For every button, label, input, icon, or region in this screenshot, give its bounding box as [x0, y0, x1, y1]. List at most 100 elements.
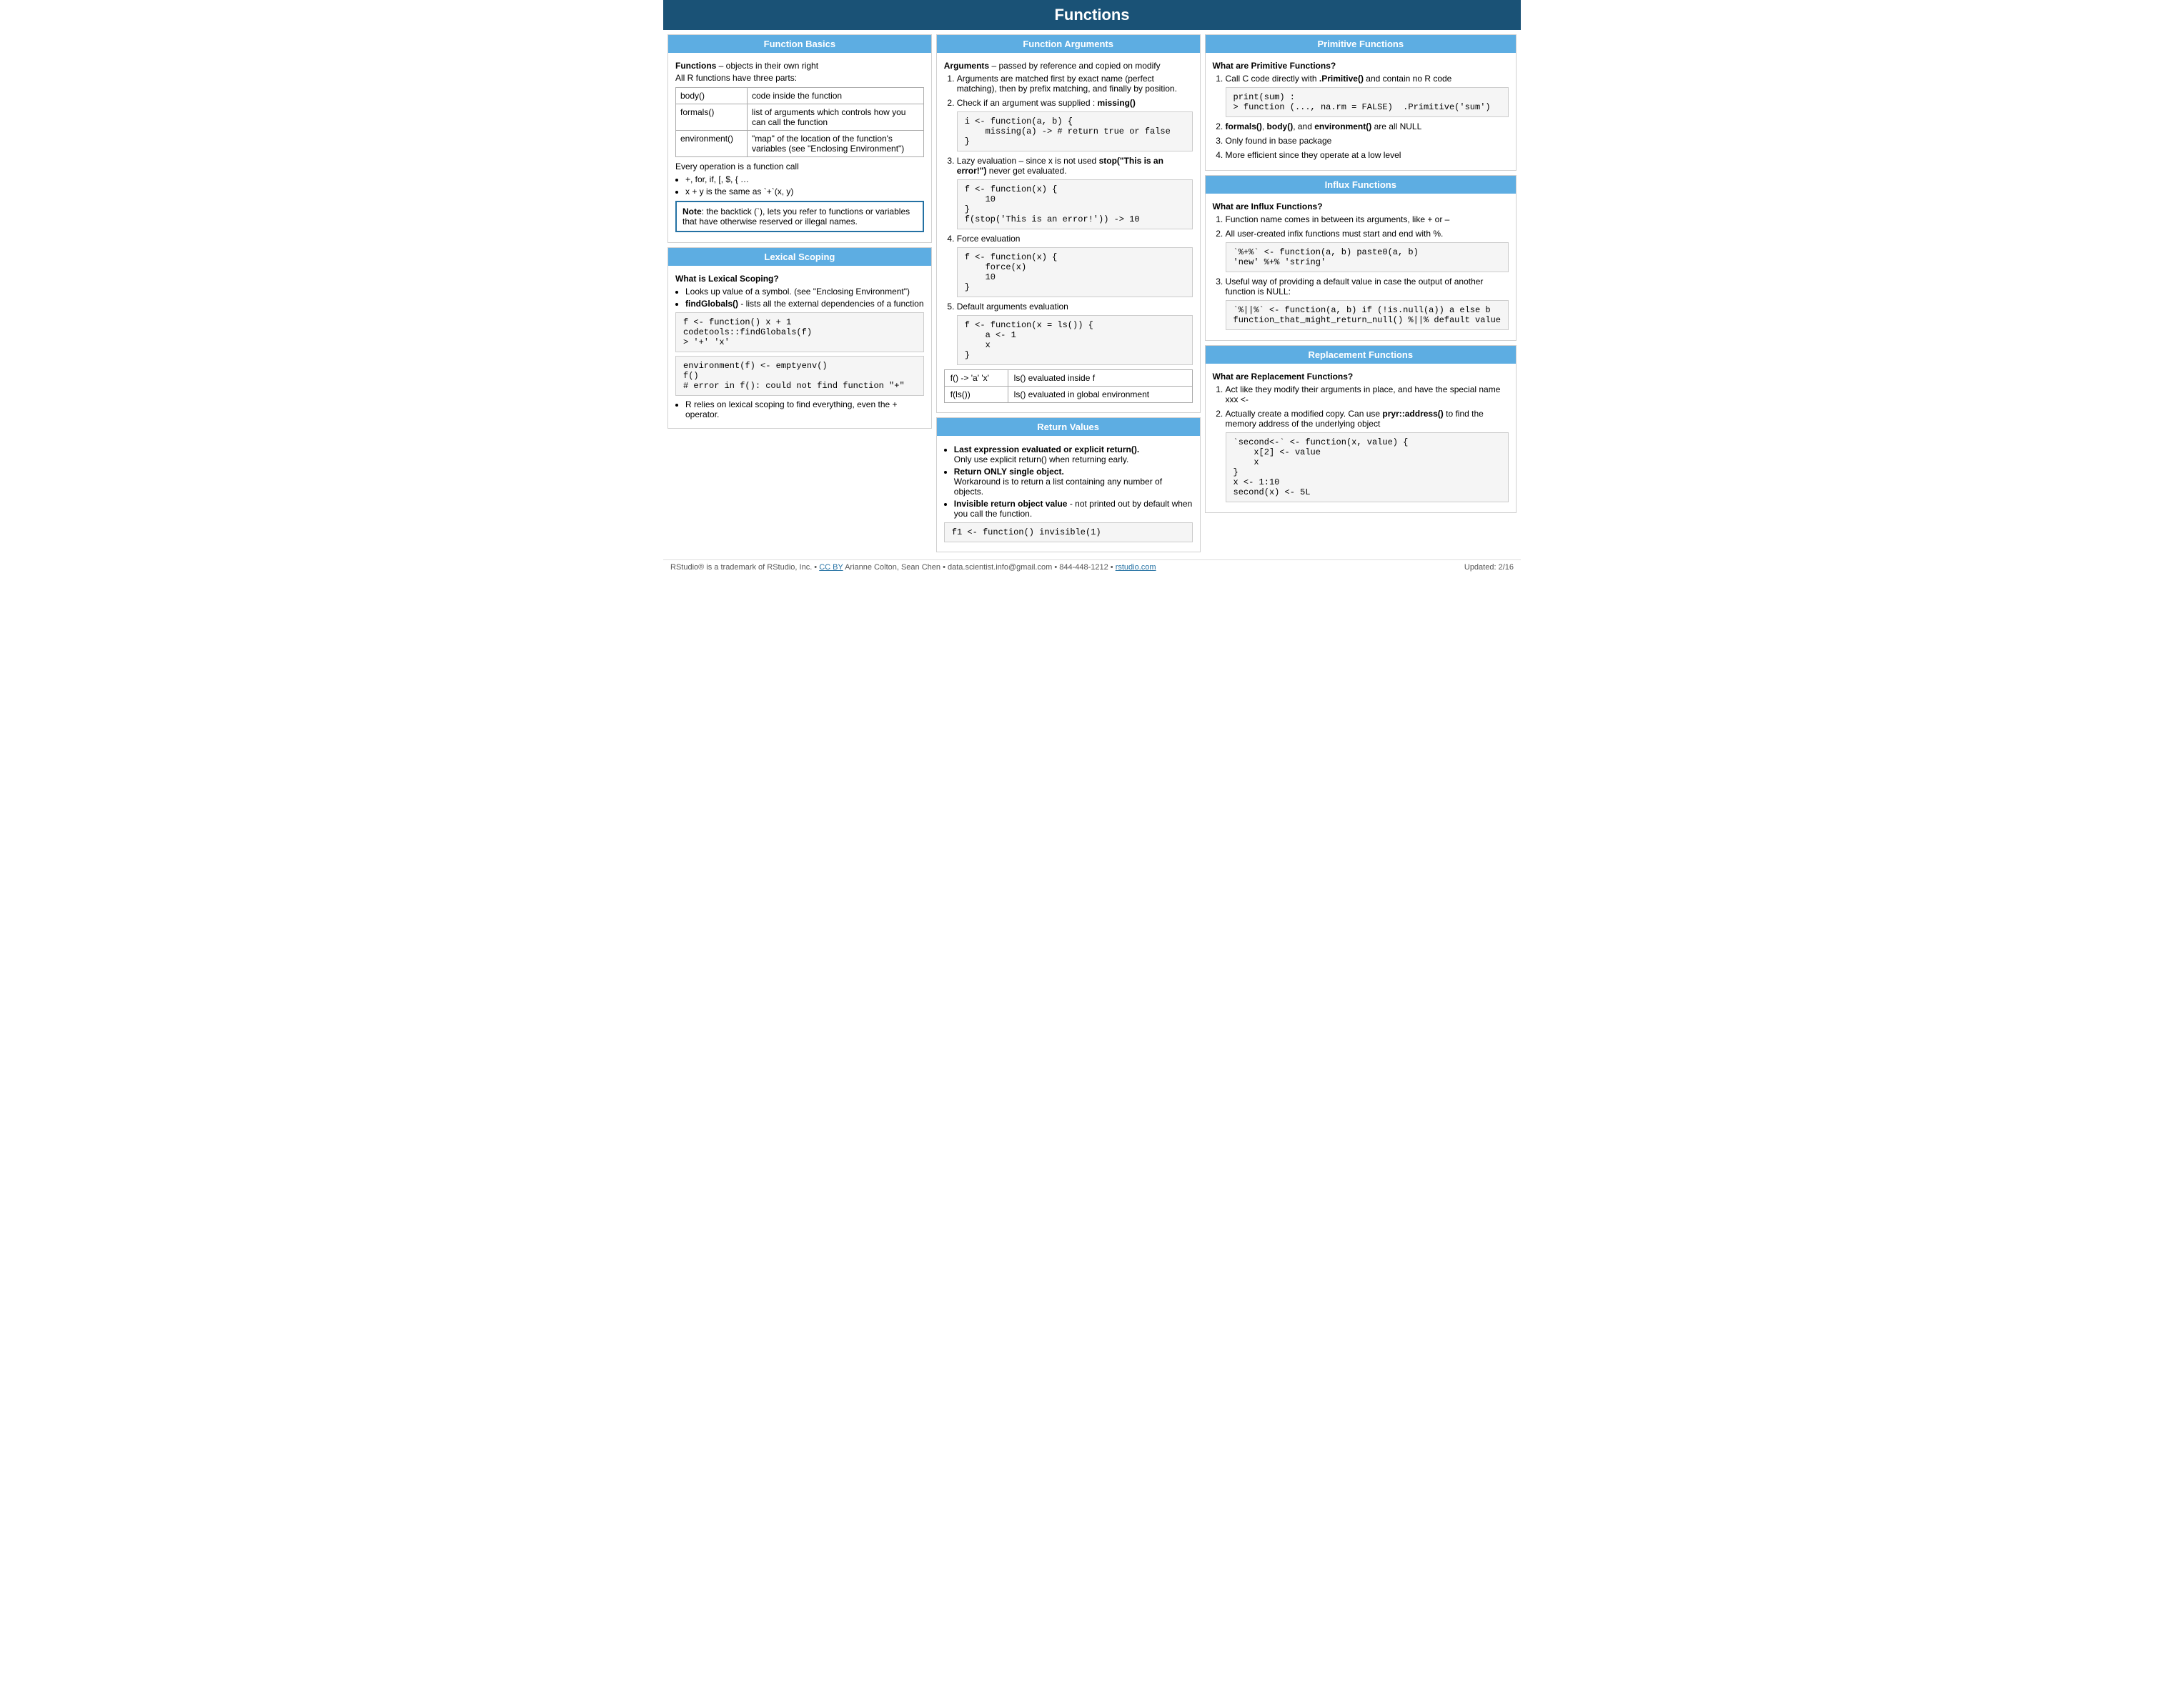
primitive-functions-header: Primitive Functions	[1206, 35, 1516, 53]
influx-subheader: What are Influx Functions?	[1213, 201, 1509, 212]
func-name-body: body()	[676, 88, 748, 104]
list-item: Default arguments evaluation f <- functi…	[957, 302, 1193, 365]
footer-left: RStudio® is a trademark of RStudio, Inc.…	[670, 563, 1156, 572]
functions-intro1: Functions – objects in their own right	[675, 61, 924, 71]
lexical-scoping-subheader: What is Lexical Scoping?	[675, 274, 924, 284]
args-numbered-list: Arguments are matched first by exact nam…	[944, 74, 1193, 365]
return-values-content: Last expression evaluated or explicit re…	[937, 436, 1200, 552]
list-item: Call C code directly with .Primitive() a…	[1226, 74, 1509, 117]
lexical-scoping-section: Lexical Scoping What is Lexical Scoping?…	[667, 247, 932, 429]
functions-intro2: All R functions have three parts:	[675, 73, 924, 83]
lexical-scoping-content: What is Lexical Scoping? Looks up value …	[668, 266, 931, 428]
influx-functions-content: What are Influx Functions? Function name…	[1206, 194, 1516, 340]
table-cell: ls() evaluated in global environment	[1008, 387, 1192, 403]
column-1: Function Basics Functions – objects in t…	[667, 34, 932, 429]
list-item: Only found in base package	[1226, 136, 1509, 146]
footer-right: Updated: 2/16	[1464, 563, 1514, 572]
list-item: formals(), body(), and environment() are…	[1226, 121, 1509, 131]
list-item: Useful way of providing a default value …	[1226, 277, 1509, 330]
func-desc-environment: "map" of the location of the function's …	[748, 131, 924, 157]
table-row: formals() list of arguments which contro…	[676, 104, 924, 131]
note-box: Note: the backtick (`), lets you refer t…	[675, 201, 924, 232]
replacement-code: `second<-` <- function(x, value) { x[2] …	[1226, 432, 1509, 502]
function-arguments-content: Arguments – passed by reference and copi…	[937, 53, 1200, 412]
rstudio-link[interactable]: rstudio.com	[1116, 563, 1156, 572]
table-cell: f(ls())	[944, 387, 1008, 403]
args-eval-table: f() -> 'a' 'x' ls() evaluated inside f f…	[944, 369, 1193, 403]
table-row: f(ls()) ls() evaluated in global environ…	[944, 387, 1192, 403]
influx-list: Function name comes in between its argum…	[1213, 214, 1509, 330]
list-item: +, for, if, [, $, { …	[685, 174, 924, 184]
lexical-bullets: Looks up value of a symbol. (see "Enclos…	[675, 287, 924, 309]
replacement-list: Act like they modify their arguments in …	[1213, 384, 1509, 502]
list-item: Actually create a modified copy. Can use…	[1226, 409, 1509, 502]
table-cell: f() -> 'a' 'x'	[944, 370, 1008, 387]
default-args-code: f <- function(x = ls()) { a <- 1 x }	[957, 315, 1193, 365]
lexical-scoping-header: Lexical Scoping	[668, 248, 931, 266]
replacement-functions-section: Replacement Functions What are Replaceme…	[1205, 345, 1517, 513]
func-name-environment: environment()	[676, 131, 748, 157]
every-op-text: Every operation is a function call	[675, 161, 924, 171]
primitive-functions-section: Primitive Functions What are Primitive F…	[1205, 34, 1517, 171]
page-title: Functions	[663, 0, 1521, 30]
missing-code: i <- function(a, b) { missing(a) -> # re…	[957, 111, 1193, 151]
table-row: environment() "map" of the location of t…	[676, 131, 924, 157]
primitive-subheader: What are Primitive Functions?	[1213, 61, 1509, 71]
primitive-code: print(sum) : > function (..., na.rm = FA…	[1226, 87, 1509, 117]
table-row: body() code inside the function	[676, 88, 924, 104]
list-item: R relies on lexical scoping to find ever…	[685, 399, 924, 419]
primitive-functions-content: What are Primitive Functions? Call C cod…	[1206, 53, 1516, 170]
replacement-functions-content: What are Replacement Functions? Act like…	[1206, 364, 1516, 512]
list-item: Force evaluation f <- function(x) { forc…	[957, 234, 1193, 297]
list-item: Invisible return object value - not prin…	[954, 499, 1193, 519]
function-basics-content: Functions – objects in their own right A…	[668, 53, 931, 242]
invisible-code: f1 <- function() invisible(1)	[944, 522, 1193, 542]
function-parts-table: body() code inside the function formals(…	[675, 87, 924, 157]
list-item: All user-created infix functions must st…	[1226, 229, 1509, 272]
influx-functions-section: Influx Functions What are Influx Functio…	[1205, 175, 1517, 341]
page: Functions Function Basics Functions – ob…	[663, 0, 1521, 582]
list-item: Act like they modify their arguments in …	[1226, 384, 1509, 404]
infix-code: `%+%` <- function(a, b) paste0(a, b) 'ne…	[1226, 242, 1509, 272]
function-basics-header: Function Basics	[668, 35, 931, 53]
table-row: f() -> 'a' 'x' ls() evaluated inside f	[944, 370, 1192, 387]
main-columns: Function Basics Functions – objects in t…	[663, 30, 1521, 557]
func-name-formals: formals()	[676, 104, 748, 131]
lex-footer-bullets: R relies on lexical scoping to find ever…	[675, 399, 924, 419]
args-intro: Arguments – passed by reference and copi…	[944, 61, 1193, 71]
table-cell: ls() evaluated inside f	[1008, 370, 1192, 387]
return-values-bullets: Last expression evaluated or explicit re…	[944, 444, 1193, 519]
lazy-eval-code: f <- function(x) { 10 } f(stop('This is …	[957, 179, 1193, 229]
list-item: Looks up value of a symbol. (see "Enclos…	[685, 287, 924, 297]
lex-code2: environment(f) <- emptyenv() f() # error…	[675, 356, 924, 396]
func-desc-body: code inside the function	[748, 88, 924, 104]
list-item: Last expression evaluated or explicit re…	[954, 444, 1193, 464]
list-item: More efficient since they operate at a l…	[1226, 150, 1509, 160]
list-item: findGlobals() - lists all the external d…	[685, 299, 924, 309]
lex-code1: f <- function() x + 1 codetools::findGlo…	[675, 312, 924, 352]
list-item: Arguments are matched first by exact nam…	[957, 74, 1193, 94]
return-values-header: Return Values	[937, 418, 1200, 436]
note-label: Note: the backtick (`), lets you refer t…	[682, 206, 910, 227]
column-2: Function Arguments Arguments – passed by…	[936, 34, 1201, 552]
list-item: Check if an argument was supplied : miss…	[957, 98, 1193, 151]
return-values-section: Return Values Last expression evaluated …	[936, 417, 1201, 552]
list-item: Lazy evaluation – since x is not used st…	[957, 156, 1193, 229]
influx-functions-header: Influx Functions	[1206, 176, 1516, 194]
function-basics-section: Function Basics Functions – objects in t…	[667, 34, 932, 243]
function-arguments-section: Function Arguments Arguments – passed by…	[936, 34, 1201, 413]
cc-by-link[interactable]: CC BY	[819, 563, 843, 572]
primitive-list: Call C code directly with .Primitive() a…	[1213, 74, 1509, 160]
replacement-functions-header: Replacement Functions	[1206, 346, 1516, 364]
replacement-subheader: What are Replacement Functions?	[1213, 372, 1509, 382]
footer: RStudio® is a trademark of RStudio, Inc.…	[663, 559, 1521, 574]
list-item: Return ONLY single object. Workaround is…	[954, 467, 1193, 497]
column-3: Primitive Functions What are Primitive F…	[1205, 34, 1517, 513]
func-desc-formals: list of arguments which controls how you…	[748, 104, 924, 131]
force-eval-code: f <- function(x) { force(x) 10 }	[957, 247, 1193, 297]
operation-bullets: +, for, if, [, $, { … x + y is the same …	[675, 174, 924, 196]
null-default-code: `%||%` <- function(a, b) if (!is.null(a)…	[1226, 300, 1509, 330]
function-arguments-header: Function Arguments	[937, 35, 1200, 53]
list-item: x + y is the same as `+`(x, y)	[685, 186, 924, 196]
list-item: Function name comes in between its argum…	[1226, 214, 1509, 224]
